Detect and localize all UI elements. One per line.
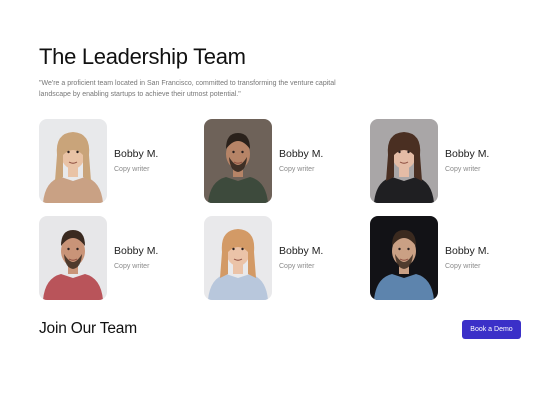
member-photo (204, 216, 272, 300)
member-role: Copy writer (114, 166, 150, 173)
member-name: Bobby M. (114, 245, 159, 257)
team-card[interactable]: Bobby M. Copy writer (370, 216, 520, 300)
member-photo (39, 216, 107, 300)
member-name: Bobby M. (445, 148, 490, 160)
member-role: Copy writer (114, 263, 150, 270)
team-card[interactable]: Bobby M. Copy writer (39, 216, 189, 300)
member-role: Copy writer (279, 166, 315, 173)
book-demo-button[interactable]: Book a Demo (462, 320, 521, 339)
member-name: Bobby M. (445, 245, 490, 257)
team-grid: Bobby M. Copy writer Bobby M. Copy write… (39, 119, 519, 303)
leadership-page: The Leadership Team "We're a proficient … (0, 0, 560, 400)
team-card[interactable]: Bobby M. Copy writer (204, 216, 354, 300)
member-name: Bobby M. (279, 148, 324, 160)
member-name: Bobby M. (279, 245, 324, 257)
member-name: Bobby M. (114, 148, 159, 160)
page-title: The Leadership Team (39, 44, 246, 69)
team-card[interactable]: Bobby M. Copy writer (370, 119, 520, 203)
member-photo (370, 216, 438, 300)
member-role: Copy writer (279, 263, 315, 270)
member-photo (39, 119, 107, 203)
intro-quote: "We're a proficient team located in San … (39, 80, 336, 98)
member-role: Copy writer (445, 263, 481, 270)
member-role: Copy writer (445, 166, 481, 173)
join-team-heading: Join Our Team (39, 320, 137, 337)
member-photo (204, 119, 272, 203)
team-card[interactable]: Bobby M. Copy writer (39, 119, 189, 203)
member-photo (370, 119, 438, 203)
team-card[interactable]: Bobby M. Copy writer (204, 119, 354, 203)
